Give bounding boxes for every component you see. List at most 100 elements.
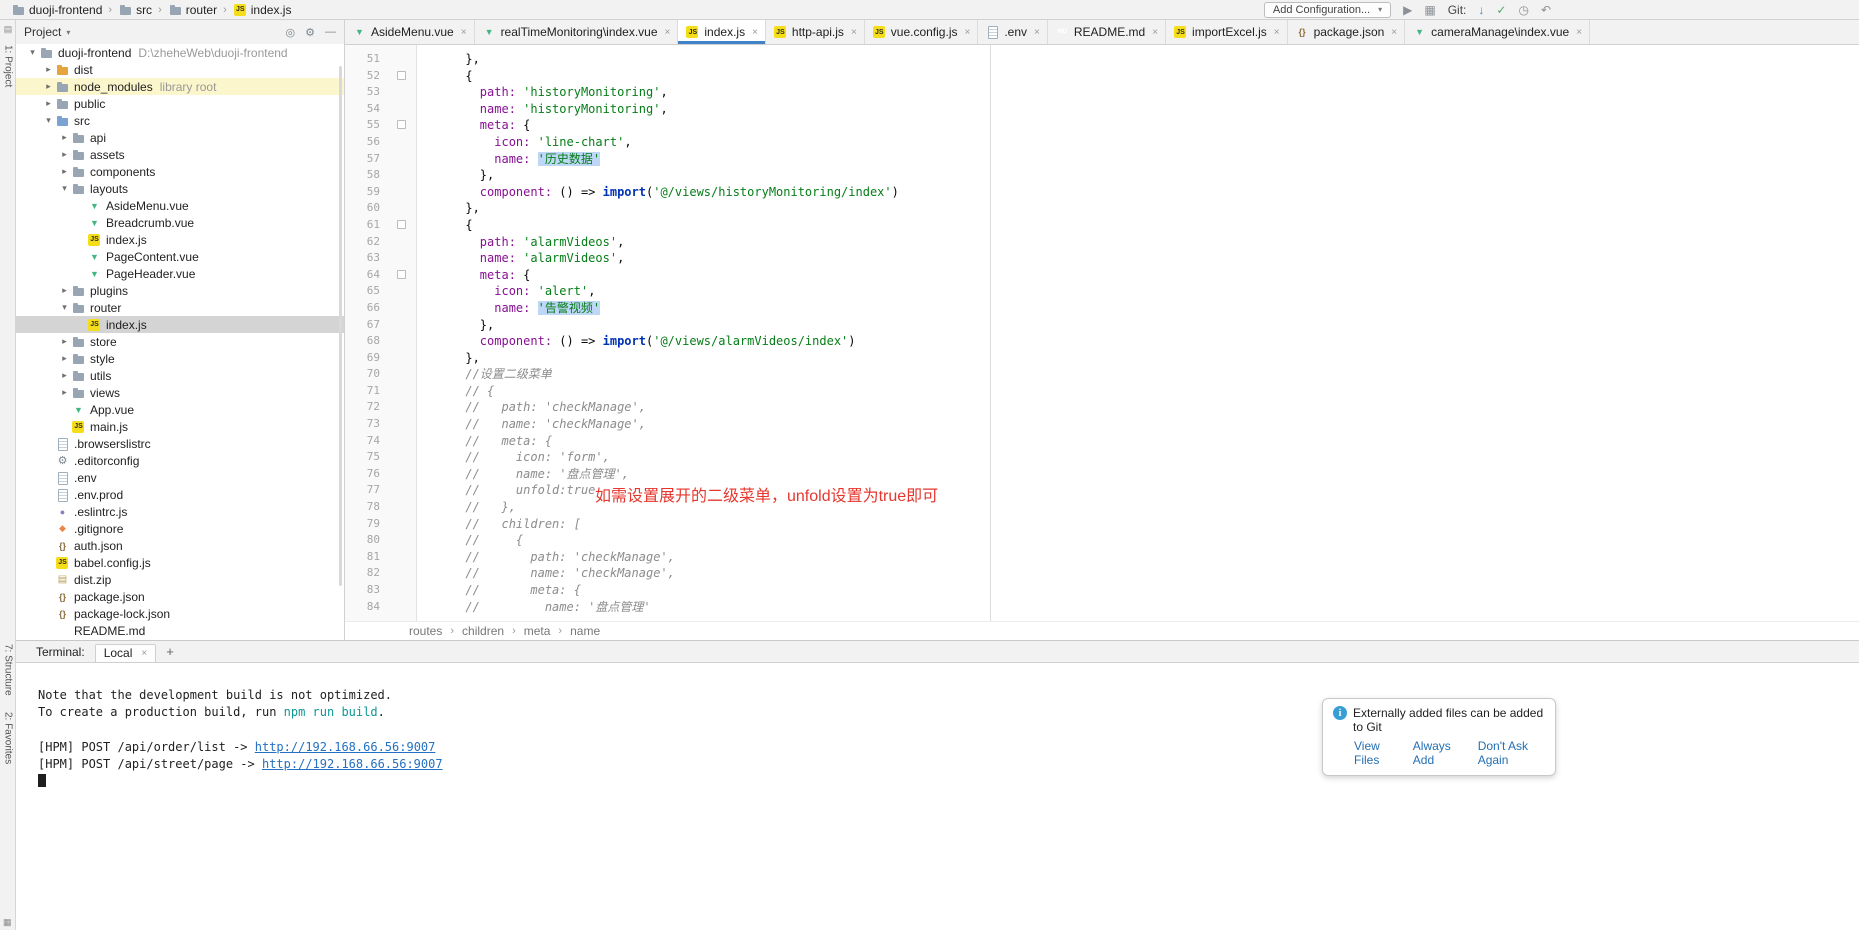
tree-item-env-prod[interactable]: .env.prod [16,486,344,503]
tab-readme-md[interactable]: MDREADME.md× [1048,20,1166,44]
tree-item-eslintrc-js[interactable]: ●.eslintrc.js [16,503,344,520]
chevron-right-icon[interactable]: ▸ [42,81,55,92]
chevron-right-icon[interactable]: ▸ [58,149,71,160]
notification-action-always-add[interactable]: Always Add [1413,739,1463,767]
tree-item-browserslistrc[interactable]: .browserslistrc [16,435,344,452]
tree-item-babel-config-js[interactable]: JSbabel.config.js [16,554,344,571]
git-rollback-icon[interactable]: ↶ [1541,4,1551,16]
tree-item-src[interactable]: ▾src [16,112,344,129]
tree-item-node-modules[interactable]: ▸node_moduleslibrary root [16,78,344,95]
fold-marker-icon[interactable] [397,71,406,80]
tool-windows-icon[interactable]: ▦ [1424,4,1435,16]
close-terminal-tab-icon[interactable]: × [141,648,147,659]
chevron-right-icon[interactable]: ▸ [42,98,55,109]
code-line[interactable]: }, [422,350,1859,367]
code-line[interactable]: }, [422,51,1859,68]
tree-item-plugins[interactable]: ▸plugins [16,282,344,299]
chevron-down-icon[interactable]: ▾ [58,183,71,194]
code-line[interactable]: meta: { [422,117,1859,134]
breadcrumb-routes[interactable]: routes [409,624,442,638]
code-line[interactable]: path: 'historyMonitoring', [422,84,1859,101]
code-line[interactable]: // icon: 'form', [422,449,1859,466]
chevron-right-icon[interactable]: ▸ [58,387,71,398]
tree-item-dist[interactable]: ▸dist [16,61,344,78]
toolwindow-7-structure[interactable]: 7: Structure [3,636,14,704]
project-scrollbar[interactable] [339,66,342,586]
tree-item-api[interactable]: ▸api [16,129,344,146]
tree-item-public[interactable]: ▸public [16,95,344,112]
new-terminal-icon[interactable]: + [166,644,174,659]
tab-realtimemonitoring-index-vue[interactable]: ▼realTimeMonitoring\index.vue× [475,20,679,44]
chevron-right-icon[interactable]: ▸ [58,285,71,296]
code-line[interactable]: name: 'historyMonitoring', [422,101,1859,118]
close-tab-icon[interactable]: × [851,27,857,38]
project-toolwindow-icon[interactable]: ▤ [4,22,13,37]
tree-item-auth-json[interactable]: {}auth.json [16,537,344,554]
breadcrumb-name[interactable]: name [570,624,600,638]
close-tab-icon[interactable]: × [752,27,758,38]
settings-gear-icon[interactable]: ⚙ [305,26,315,39]
code-editor[interactable]: 5152535455565758596061626364656667686970… [345,45,1859,621]
tree-item-views[interactable]: ▸views [16,384,344,401]
code-line[interactable]: //设置二级菜单 [422,366,1859,383]
tree-item-gitignore[interactable]: ◆.gitignore [16,520,344,537]
tree-item-breadcrumb-vue[interactable]: ▼Breadcrumb.vue [16,214,344,231]
close-tab-icon[interactable]: × [1391,27,1397,38]
tab-package-json[interactable]: {}package.json× [1288,20,1406,44]
tab-cameramanage-index-vue[interactable]: ▼cameraManage\index.vue× [1405,20,1590,44]
code-line[interactable]: icon: 'alert', [422,283,1859,300]
chevron-down-icon[interactable]: ▾ [26,47,39,58]
chevron-right-icon[interactable]: ▸ [58,166,71,177]
run-icon[interactable]: ▶ [1403,4,1412,16]
tree-item-index-js[interactable]: JSindex.js [16,316,344,333]
tree-item-layouts[interactable]: ▾layouts [16,180,344,197]
chevron-right-icon[interactable]: ▸ [58,336,71,347]
close-tab-icon[interactable]: × [1152,27,1158,38]
tree-item-package-lock-json[interactable]: {}package-lock.json [16,605,344,622]
close-tab-icon[interactable]: × [964,27,970,38]
tree-item-pageheader-vue[interactable]: ▼PageHeader.vue [16,265,344,282]
tab-http-api-js[interactable]: JShttp-api.js× [766,20,865,44]
chevron-right-icon[interactable]: ▸ [58,132,71,143]
tree-item-env[interactable]: .env [16,469,344,486]
project-view-selector[interactable]: Project ▾ [24,25,70,39]
tab-importexcel-js[interactable]: JSimportExcel.js× [1166,20,1288,44]
code-line[interactable]: name: '历史数据' [422,151,1859,168]
terminal-link[interactable]: http://192.168.66.56:9007 [262,757,443,771]
fold-marker-icon[interactable] [397,220,406,229]
code-line[interactable]: // name: '盘点管理' [422,599,1859,616]
breadcrumb-children[interactable]: children [462,624,504,638]
code-line[interactable]: { [422,68,1859,85]
tree-item-readme-md[interactable]: MDREADME.md [16,622,344,639]
breadcrumb-duoji-frontend[interactable]: duoji-frontend [8,3,105,17]
tree-item-index-js[interactable]: JSindex.js [16,231,344,248]
tree-item-style[interactable]: ▸style [16,350,344,367]
close-tab-icon[interactable]: × [665,27,671,38]
toolwindow-2-favorites[interactable]: 2: Favorites [3,704,14,772]
tree-item-editorconfig[interactable]: ⚙.editorconfig [16,452,344,469]
code-lines[interactable]: }, { path: 'historyMonitoring', name: 'h… [417,45,1859,621]
fold-marker-icon[interactable] [397,270,406,279]
tree-item-main-js[interactable]: JSmain.js [16,418,344,435]
toolwindow-1-project[interactable]: 1: Project [3,37,14,95]
code-line[interactable]: { [422,217,1859,234]
code-line[interactable]: // meta: { [422,582,1859,599]
close-tab-icon[interactable]: × [1274,27,1280,38]
breadcrumb-src[interactable]: src [115,3,155,17]
locate-file-icon[interactable]: ◎ [286,26,296,39]
chevron-down-icon[interactable]: ▾ [42,115,55,126]
code-line[interactable]: // meta: { [422,433,1859,450]
code-line[interactable]: // name: 'checkManage', [422,416,1859,433]
breadcrumb-router[interactable]: router [165,3,220,17]
notification-action-don-t-ask-again[interactable]: Don't Ask Again [1478,739,1545,767]
tree-item-pagecontent-vue[interactable]: ▼PageContent.vue [16,248,344,265]
tree-item-asidemenu-vue[interactable]: ▼AsideMenu.vue [16,197,344,214]
tree-item-store[interactable]: ▸store [16,333,344,350]
code-line[interactable]: // path: 'checkManage', [422,399,1859,416]
tree-item-package-json[interactable]: {}package.json [16,588,344,605]
tree-item-app-vue[interactable]: ▼App.vue [16,401,344,418]
tree-item-components[interactable]: ▸components [16,163,344,180]
git-update-icon[interactable]: ↓ [1478,4,1484,16]
terminal-link[interactable]: http://192.168.66.56:9007 [255,740,436,754]
code-line[interactable]: // { [422,532,1859,549]
